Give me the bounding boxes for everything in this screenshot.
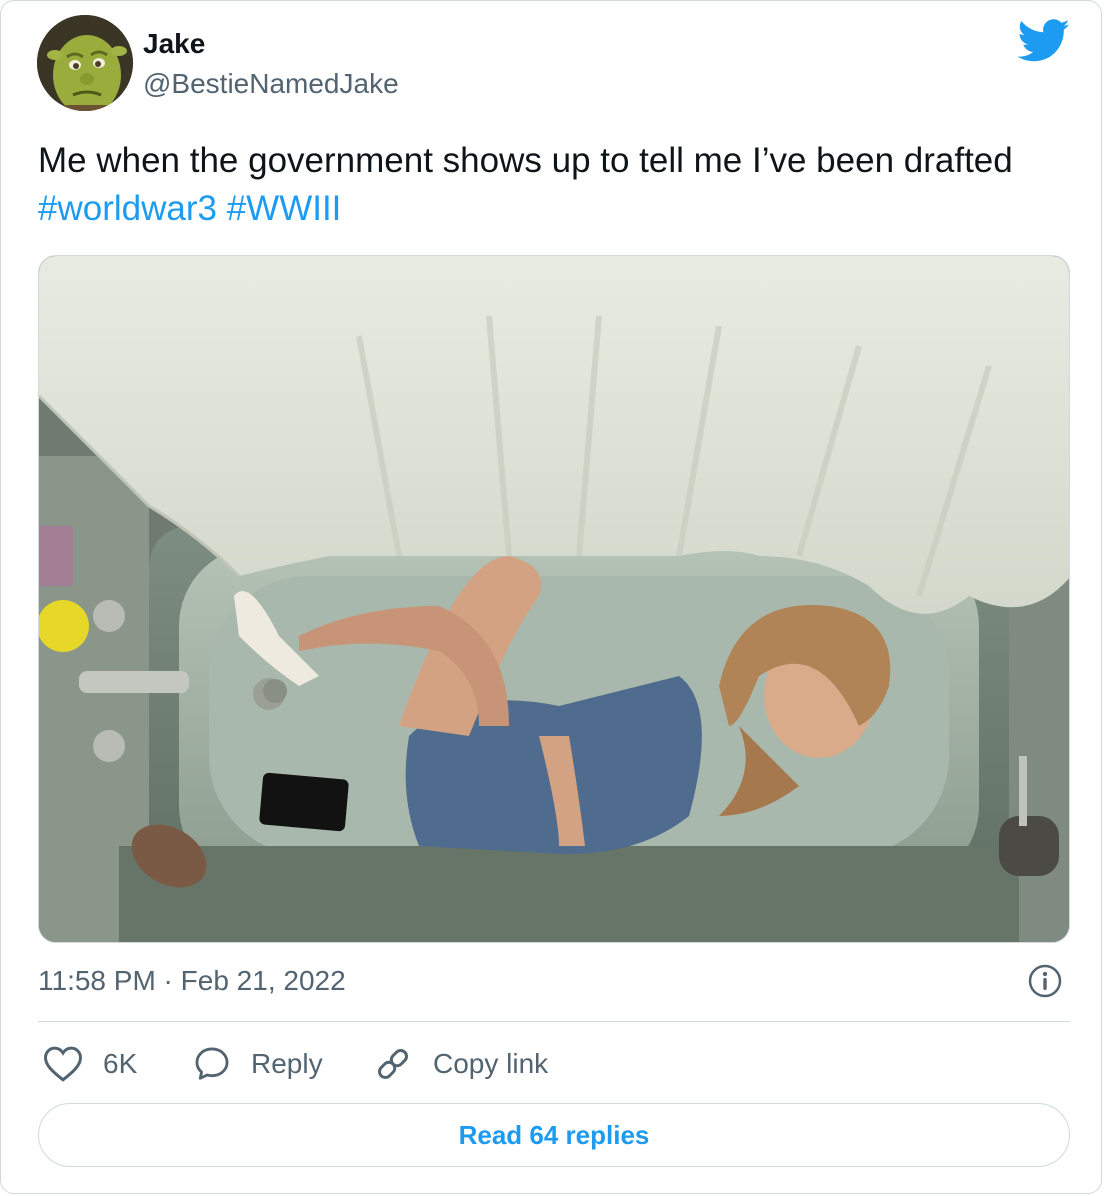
link-icon bbox=[373, 1044, 413, 1084]
twitter-bird-icon[interactable] bbox=[1017, 19, 1071, 63]
hashtag-link[interactable]: #worldwar3 bbox=[38, 189, 217, 228]
info-icon[interactable] bbox=[1027, 963, 1063, 999]
hashtag-link[interactable]: #WWIII bbox=[227, 189, 342, 228]
like-button[interactable]: 6K bbox=[43, 1041, 137, 1087]
tweet-card: Jake @BestieNamedJake Me when the govern… bbox=[0, 0, 1102, 1194]
like-count: 6K bbox=[103, 1048, 138, 1079]
copy-link-button[interactable]: Copy link bbox=[373, 1041, 548, 1087]
shrek-avatar-image bbox=[37, 15, 133, 111]
reply-button[interactable]: Reply bbox=[193, 1041, 323, 1087]
author-handle[interactable]: @BestieNamedJake bbox=[143, 67, 399, 101]
read-replies-button[interactable]: Read 64 replies bbox=[38, 1103, 1070, 1167]
speech-bubble-icon bbox=[193, 1045, 231, 1083]
tweet-timestamp[interactable]: 11:58 PM · Feb 21, 2022 bbox=[38, 963, 346, 999]
tweet-media-image[interactable] bbox=[38, 255, 1070, 943]
tweet-body-text: Me when the government shows up to tell … bbox=[38, 141, 1013, 180]
copy-link-label: Copy link bbox=[433, 1048, 549, 1079]
author-display-name[interactable]: Jake bbox=[143, 27, 205, 61]
reply-label: Reply bbox=[251, 1048, 323, 1079]
heart-icon bbox=[43, 1045, 83, 1083]
divider bbox=[38, 1021, 1070, 1022]
author-avatar[interactable] bbox=[37, 15, 133, 111]
bathtub-photo bbox=[39, 256, 1069, 942]
tweet-text: Me when the government shows up to tell … bbox=[38, 137, 1058, 233]
